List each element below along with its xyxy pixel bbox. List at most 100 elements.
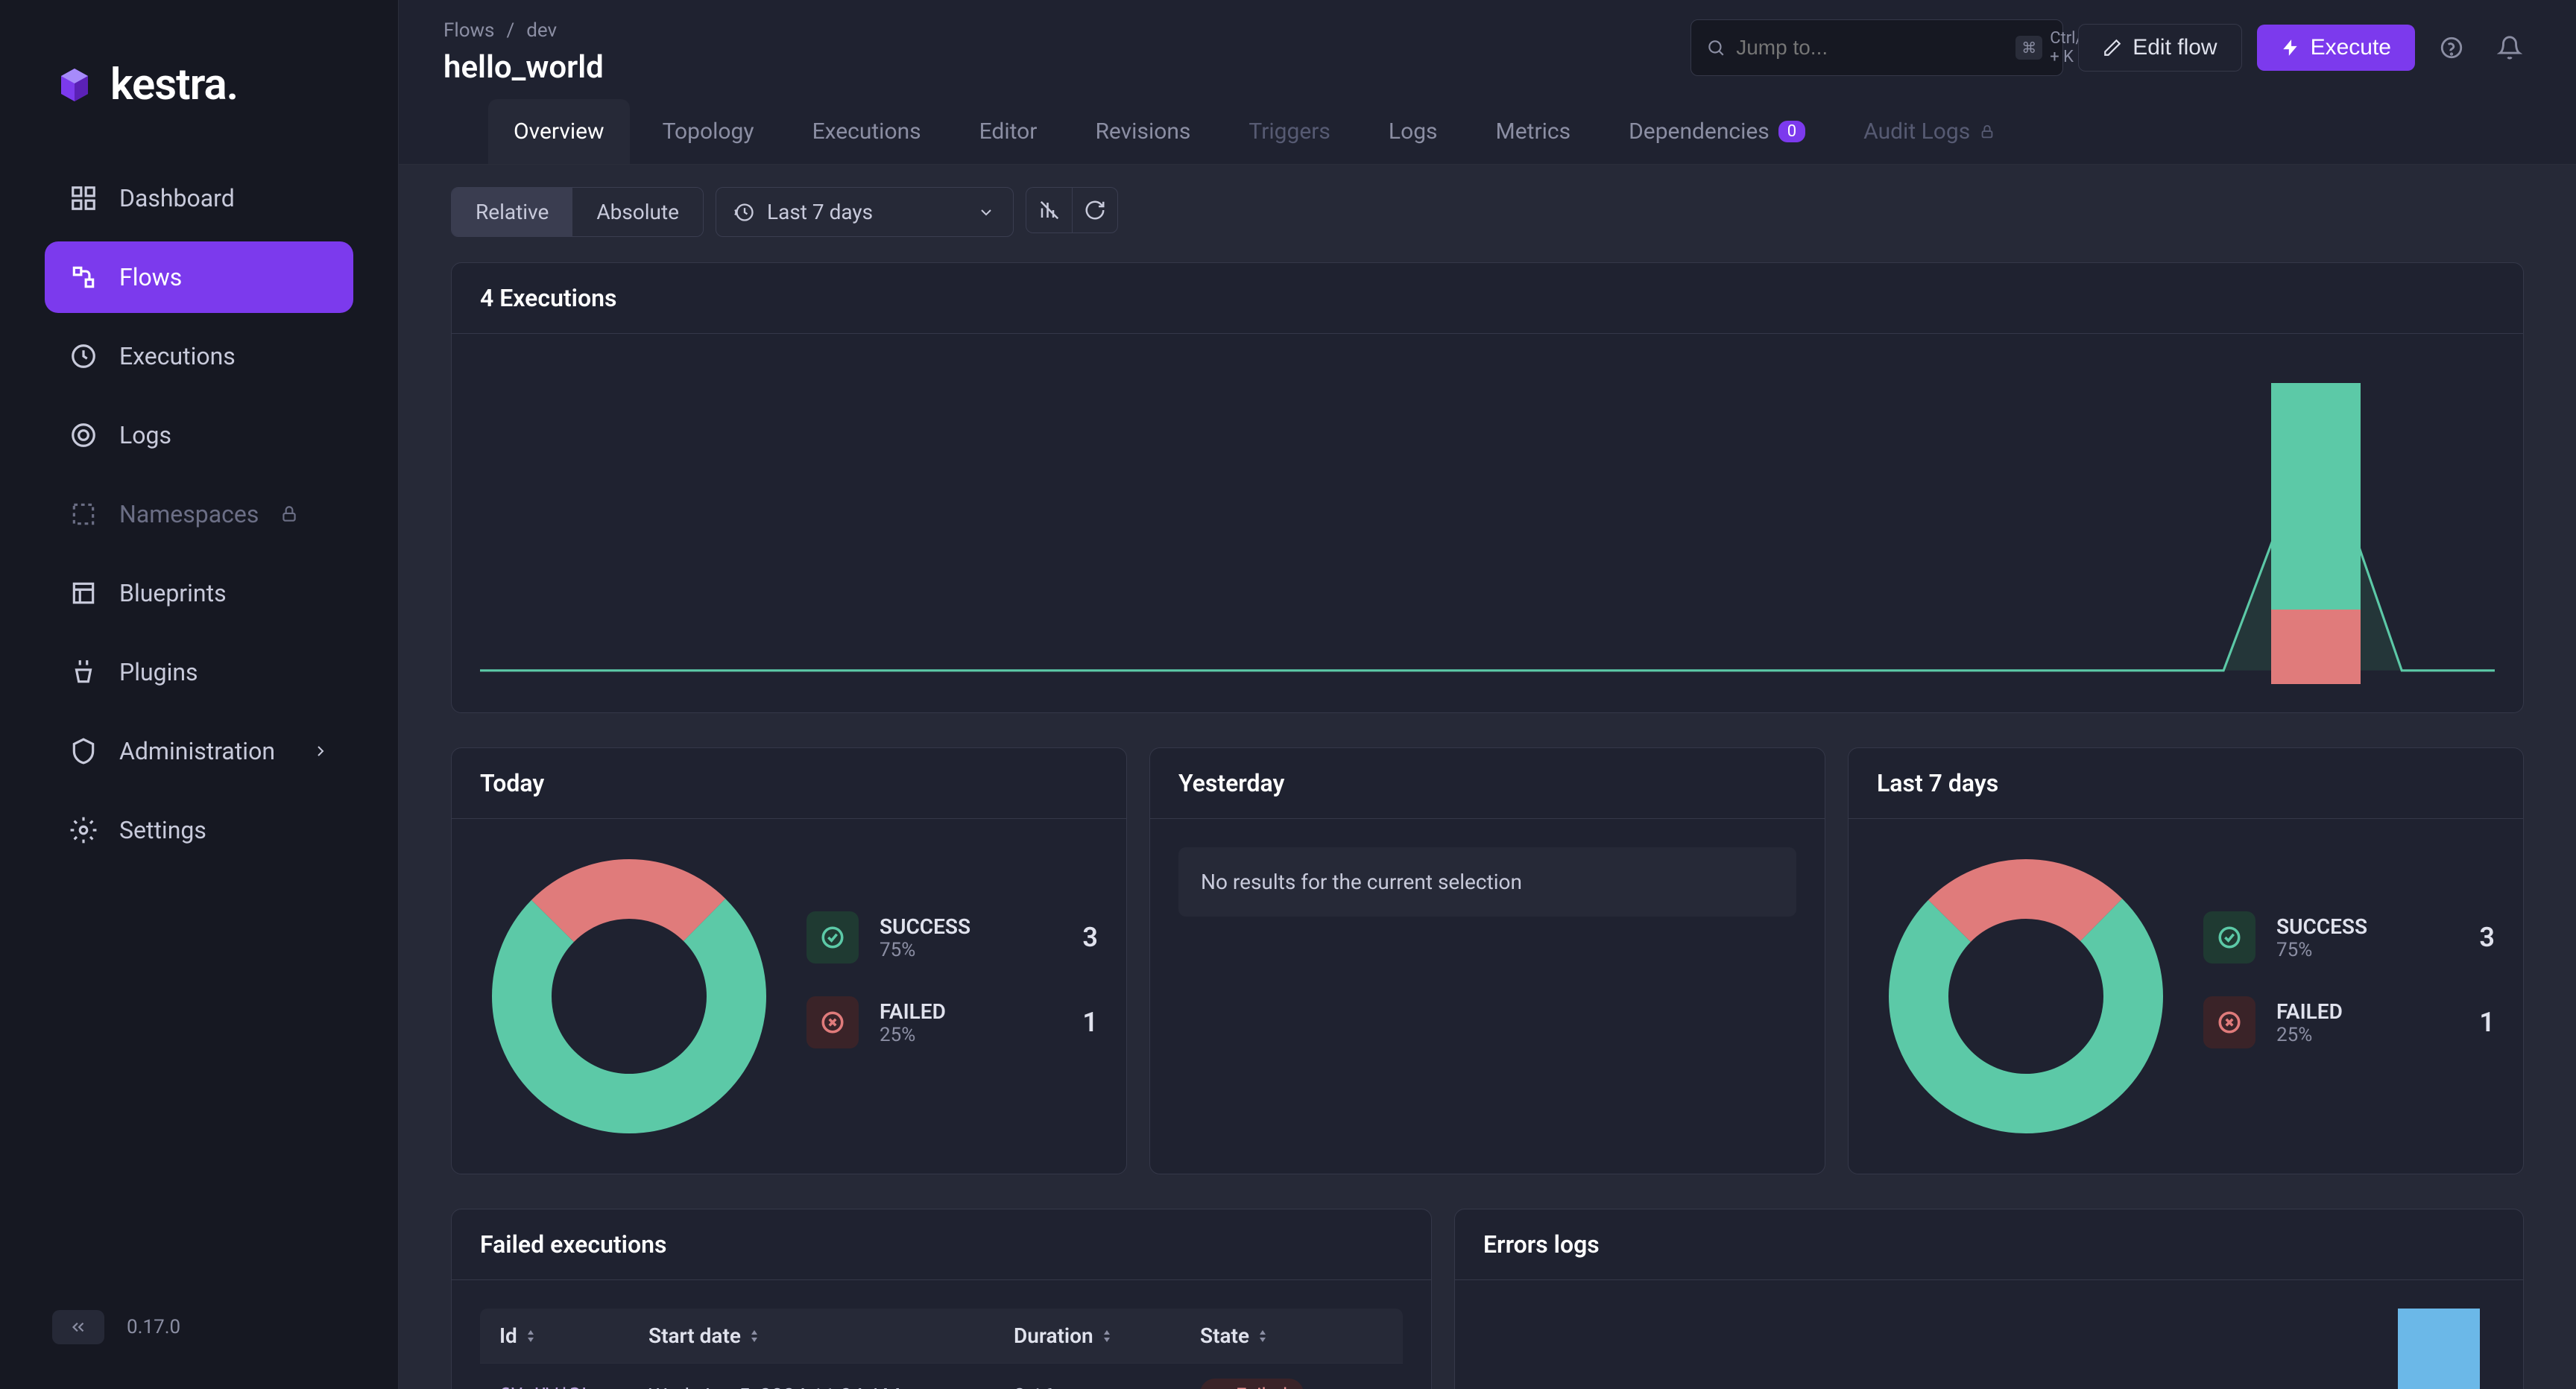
flows-icon [69, 262, 98, 292]
chevron-down-icon [977, 203, 995, 221]
logs-icon [69, 420, 98, 450]
chart-line-overlay [480, 362, 2495, 672]
tab-dependencies[interactable]: Dependencies0 [1603, 99, 1831, 164]
sidebar-item-label: Dashboard [119, 184, 235, 212]
row-details-button[interactable] [1361, 1385, 1383, 1389]
breadcrumb-dev[interactable]: dev [526, 19, 557, 42]
search-input[interactable] [1736, 36, 2005, 60]
tab-audit-logs[interactable]: Audit Logs [1838, 99, 2021, 164]
notifications-button[interactable] [2488, 26, 2531, 69]
plugins-icon [69, 657, 98, 687]
errors-logs-title: Errors logs [1455, 1209, 2523, 1280]
header: Flows / dev hello_world ⌘ Ctrl/Cmd + K [399, 0, 2576, 165]
sidebar-item-administration[interactable]: Administration [45, 715, 353, 787]
sidebar-item-label: Settings [119, 816, 206, 844]
namespaces-icon [69, 499, 98, 529]
sidebar-item-flows[interactable]: Flows [45, 241, 353, 313]
today-panel: Today SUCCESS [451, 747, 1127, 1174]
th-state[interactable]: State [1200, 1323, 1383, 1348]
execute-label: Execute [2311, 35, 2391, 60]
refresh-icon [1084, 199, 1106, 221]
legend-failed: FAILED 25% 1 [2203, 996, 2495, 1048]
breadcrumb-separator: / [506, 19, 514, 42]
legend-failed: FAILED 25% 1 [806, 996, 1098, 1048]
x-circle-icon [2203, 996, 2255, 1048]
help-icon [2439, 35, 2464, 60]
blueprints-icon [69, 578, 98, 608]
cell-duration: 2.16s [1014, 1384, 1200, 1389]
content: Relative Absolute Last 7 days [399, 165, 2576, 1389]
logo-text: kestra. [110, 60, 238, 110]
filter-bar: Relative Absolute Last 7 days [451, 187, 2524, 237]
today-donut-chart [480, 847, 778, 1145]
tab-executions[interactable]: Executions [787, 99, 947, 164]
date-range-select[interactable]: Last 7 days [716, 187, 1014, 237]
check-circle-icon [806, 911, 859, 964]
th-id[interactable]: Id [499, 1323, 648, 1348]
breadcrumb-flows[interactable]: Flows [443, 19, 494, 42]
dependencies-badge: 0 [1778, 121, 1805, 142]
lock-icon [280, 504, 299, 524]
sidebar-item-label: Flows [119, 263, 182, 291]
sidebar-item-label: Logs [119, 421, 171, 449]
failed-executions-title: Failed executions [452, 1209, 1431, 1280]
executions-icon [69, 341, 98, 371]
logo-mark-icon [52, 63, 97, 107]
sidebar-item-logs[interactable]: Logs [45, 399, 353, 471]
sort-icon [1101, 1329, 1113, 1344]
failed-executions-panel: Failed executions Id Start date Duration… [451, 1209, 1432, 1389]
date-range-label: Last 7 days [767, 200, 873, 224]
sidebar-item-namespaces[interactable]: Namespaces [45, 478, 353, 550]
executions-panel-title: 4 Executions [452, 263, 2523, 334]
check-circle-icon [2203, 911, 2255, 964]
sidebar-item-settings[interactable]: Settings [45, 794, 353, 866]
sidebar-item-label: Plugins [119, 658, 198, 686]
cell-date: Wed, Jun 5, 2024 11:34 AM [648, 1384, 1014, 1389]
th-start-date[interactable]: Start date [648, 1323, 1014, 1348]
collapse-sidebar-button[interactable] [52, 1310, 104, 1344]
sort-icon [748, 1329, 760, 1344]
sort-icon [1257, 1329, 1269, 1344]
edit-flow-label: Edit flow [2133, 35, 2217, 60]
chart-toggle-button[interactable] [1026, 187, 1072, 233]
search-box[interactable]: ⌘ Ctrl/Cmd + K [1690, 19, 2063, 76]
table-row[interactable]: 6VxHWj2L Wed, Jun 5, 2024 11:34 AM 2.16s… [480, 1363, 1403, 1389]
execute-button[interactable]: Execute [2257, 25, 2415, 71]
gear-icon [69, 815, 98, 845]
tab-editor[interactable]: Editor [954, 99, 1063, 164]
sidebar-item-dashboard[interactable]: Dashboard [45, 162, 353, 234]
edit-flow-button[interactable]: Edit flow [2078, 24, 2241, 72]
tab-revisions[interactable]: Revisions [1070, 99, 1216, 164]
sidebar-item-blueprints[interactable]: Blueprints [45, 557, 353, 629]
logo[interactable]: kestra. [0, 0, 398, 148]
sidebar-item-label: Blueprints [119, 579, 227, 607]
executions-panel: 4 Executions [451, 262, 2524, 713]
th-duration[interactable]: Duration [1014, 1323, 1200, 1348]
sidebar: kestra. Dashboard Flows Executions Logs [0, 0, 399, 1389]
refresh-button[interactable] [1072, 187, 1118, 233]
chart-bar [2271, 383, 2361, 684]
breadcrumb: Flows / dev [443, 19, 604, 42]
failed-executions-table: Id Start date Duration State 6VxHWj2L We… [480, 1309, 1403, 1389]
help-button[interactable] [2430, 26, 2473, 69]
tab-overview[interactable]: Overview [488, 99, 630, 164]
nav: Dashboard Flows Executions Logs Namespac… [0, 148, 398, 1288]
tab-topology[interactable]: Topology [637, 99, 780, 164]
keyboard-icon: ⌘ [2015, 36, 2042, 60]
version-label: 0.17.0 [127, 1316, 180, 1338]
tab-metrics[interactable]: Metrics [1471, 99, 1597, 164]
today-title: Today [452, 748, 1126, 819]
relative-toggle[interactable]: Relative [452, 188, 572, 236]
dashboard-icon [69, 183, 98, 213]
time-mode-toggle: Relative Absolute [451, 187, 704, 237]
tab-triggers[interactable]: Triggers [1223, 99, 1356, 164]
errors-logs-panel: Errors logs [1454, 1209, 2524, 1389]
sidebar-item-plugins[interactable]: Plugins [45, 636, 353, 708]
chevron-right-icon [312, 742, 329, 760]
tab-logs[interactable]: Logs [1363, 99, 1463, 164]
page-title: hello_world [443, 49, 604, 86]
absolute-toggle[interactable]: Absolute [572, 188, 703, 236]
cell-id: 6VxHWj2L [499, 1385, 648, 1389]
sidebar-item-executions[interactable]: Executions [45, 320, 353, 392]
state-badge: Failed [1200, 1379, 1304, 1389]
